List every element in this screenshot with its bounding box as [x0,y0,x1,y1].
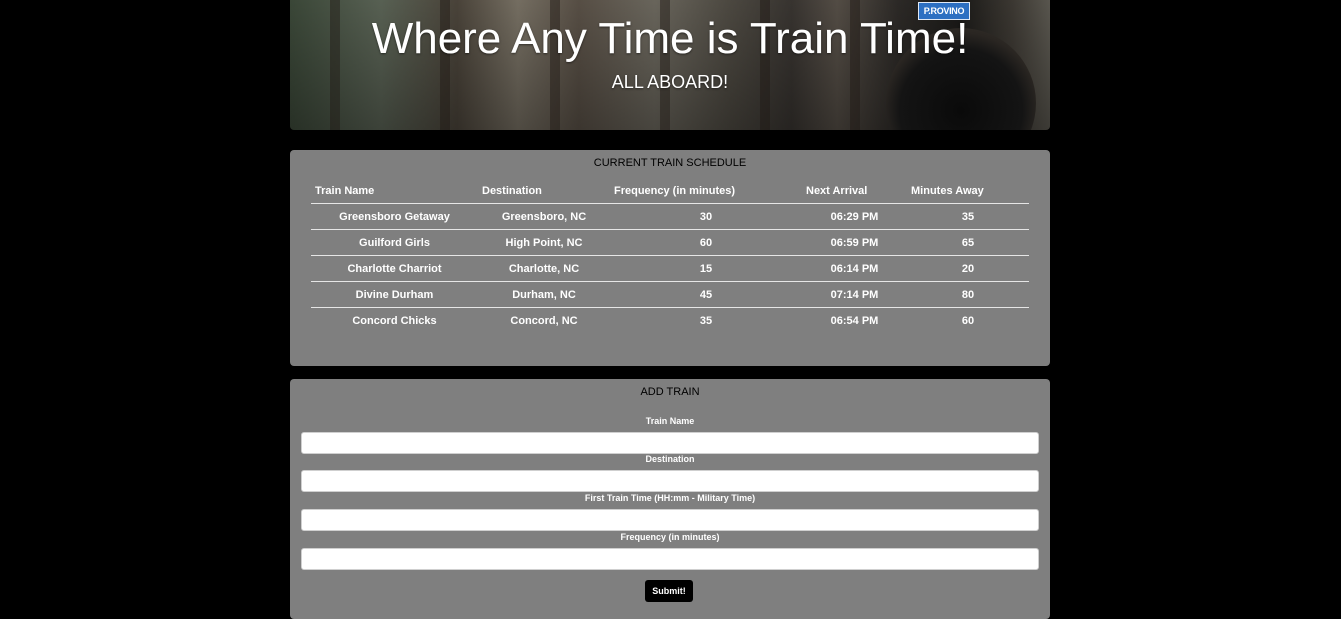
table-row: Concord Chicks Concord, NC 35 06:54 PM 6… [311,308,1029,334]
minutes-away-cell: 35 [907,203,1029,230]
frequency-cell: 60 [610,229,802,256]
next-arrival-cell: 07:14 PM [802,281,907,308]
train-name-input[interactable] [301,432,1039,454]
destination-cell: Greensboro, NC [478,203,610,230]
train-name-cell: Guilford Girls [311,229,478,256]
column-header-next-arrival: Next Arrival [802,180,907,204]
table-header-row: Train Name Destination Frequency (in min… [311,180,1029,204]
train-name-cell: Charlotte Charriot [311,255,478,282]
minutes-away-cell: 65 [907,229,1029,256]
frequency-cell: 15 [610,255,802,282]
submit-button[interactable]: Submit! [645,580,693,602]
schedule-table: Train Name Destination Frequency (in min… [311,180,1029,333]
destination-label: Destination [645,454,695,464]
minutes-away-cell: 60 [961,314,975,327]
next-arrival-cell: 06:14 PM [802,255,907,282]
minutes-away-cell: 20 [907,255,1029,282]
next-arrival-cell: 06:29 PM [802,203,907,230]
train-name-cell: Divine Durham [311,281,478,308]
destination-cell: High Point, NC [478,229,610,256]
train-name-label: Train Name [645,416,695,426]
first-train-time-input[interactable] [301,509,1039,531]
destination-input[interactable] [301,470,1039,492]
frequency-cell: 30 [610,203,802,230]
table-row: Charlotte Charriot Charlotte, NC 15 06:1… [311,255,1029,282]
frequency-cell: 45 [610,281,802,308]
destination-cell: Durham, NC [478,281,610,308]
column-header-frequency: Frequency (in minutes) [610,180,802,204]
train-name-cell: Greensboro Getaway [311,203,478,230]
schedule-title: CURRENT TRAIN SCHEDULE [593,157,747,169]
next-arrival-cell: 06:59 PM [802,229,907,256]
table-row: Divine Durham Durham, NC 45 07:14 PM 80 [311,281,1029,308]
frequency-cell: 35 [699,314,713,327]
header-banner: P.ROVINO Where Any Time is Train Time! A… [290,0,1050,130]
page-container: P.ROVINO Where Any Time is Train Time! A… [290,0,1050,619]
destination-cell: Charlotte, NC [478,255,610,282]
next-arrival-cell: 06:54 PM [830,314,879,327]
train-name-cell: Concord Chicks [352,314,437,327]
frequency-input[interactable] [301,548,1039,570]
add-train-panel: ADD TRAIN Train Name Destination First T… [290,379,1050,619]
column-header-minutes-away: Minutes Away [907,180,1029,204]
page-subtitle: ALL ABOARD! [611,72,729,92]
schedule-panel: CURRENT TRAIN SCHEDULE Train Name Destin… [290,150,1050,366]
add-train-title: ADD TRAIN [640,386,700,398]
column-header-destination: Destination [478,180,610,204]
table-row: Greensboro Getaway Greensboro, NC 30 06:… [311,203,1029,230]
table-row: Guilford Girls High Point, NC 60 06:59 P… [311,229,1029,256]
page-title: Where Any Time is Train Time! [371,14,969,63]
frequency-label: Frequency (in minutes) [620,532,720,542]
destination-cell: Concord, NC [510,314,578,327]
first-train-time-label: First Train Time (HH:mm - Military Time) [584,493,756,503]
minutes-away-cell: 80 [907,281,1029,308]
column-header-train-name: Train Name [311,180,478,204]
